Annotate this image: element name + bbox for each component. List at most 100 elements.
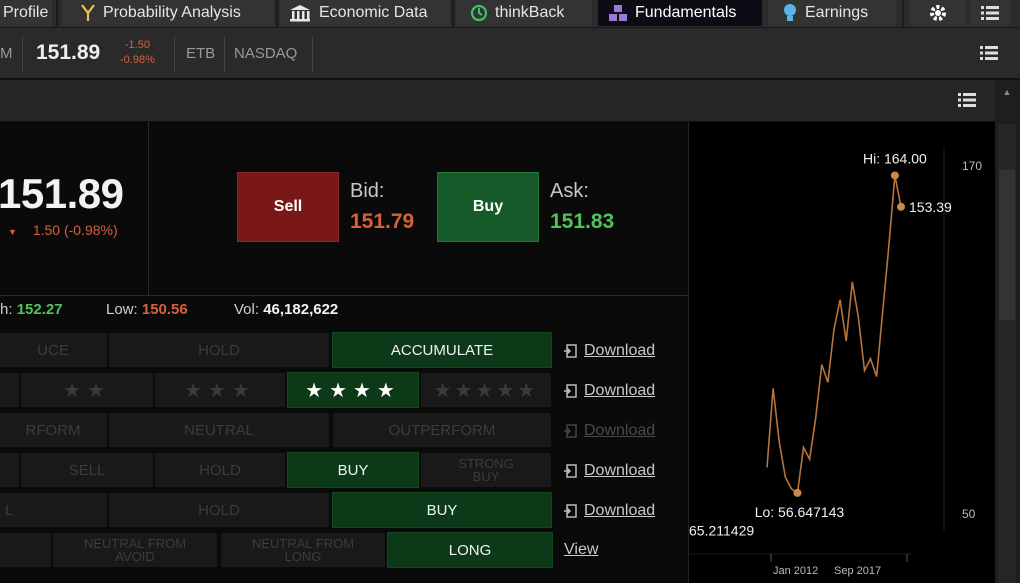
rating-cell: NEUTRAL — [108, 412, 330, 448]
volume-value: 46,182,622 — [263, 301, 339, 318]
star-rating: ★★★ — [184, 379, 256, 402]
rating-cell: HOLD — [108, 332, 330, 368]
last-price-large: 151.89 — [0, 170, 124, 217]
rating-stars-cell: ★★★ — [154, 372, 286, 408]
low-stat: Low: 150.56 — [106, 301, 188, 318]
high-stat: h: 152.27 — [0, 301, 63, 318]
rating-cell-active: ACCUMULATE — [332, 332, 552, 368]
sell-button[interactable]: Sell — [237, 172, 339, 242]
bid-label: Bid: — [350, 180, 385, 202]
view-link[interactable]: View — [564, 541, 598, 559]
tab-probability-analysis-label: Probability Analysis — [103, 4, 241, 21]
scrollbar-thumb[interactable] — [999, 170, 1015, 320]
last-value-label: 153.39 — [909, 199, 952, 215]
tab-bar: Profile Probability Analysis Economic Da… — [0, 0, 1020, 28]
price-history-chart-panel: 170 50 Jan 2012 Sep 2017 Hi: 164.00 153.… — [688, 122, 995, 583]
rating-cell-active: LONG — [387, 532, 553, 568]
tab-earnings-label: Earnings — [805, 4, 869, 21]
download-link[interactable]: Download — [563, 382, 655, 400]
panel-divider — [148, 122, 149, 297]
quote-change-pct: -0.98% — [120, 54, 155, 66]
ask-price: 151.83 — [550, 210, 615, 233]
low-label: Lo: 56.647143 — [755, 504, 845, 520]
probability-icon — [81, 4, 95, 21]
tab-economic-data-label: Economic Data — [319, 4, 428, 21]
y-tick-label: 50 — [962, 507, 976, 521]
quote-menu-button[interactable] — [980, 28, 998, 78]
star-rating: ★★ — [63, 379, 111, 402]
rating-stars-cell-active: ★★★★ — [287, 372, 419, 408]
quote-last-price: 151.89 — [36, 41, 101, 64]
view-label: View — [564, 541, 599, 558]
download-label: Download — [584, 502, 656, 519]
rating-cell: UCE — [0, 332, 108, 368]
gear-icon — [930, 5, 946, 21]
rating-cell — [0, 372, 20, 408]
rating-stars-cell: ★★ — [20, 372, 154, 408]
price-change-text: 1.50 (-0.98%) — [32, 222, 118, 238]
tab-thinkback-label: thinkBack — [495, 4, 565, 21]
quote-change: -1.50 — [124, 39, 150, 51]
quote-divider — [174, 36, 175, 72]
low-label: Low: — [106, 301, 138, 318]
tab-economic-data[interactable]: Economic Data — [280, 0, 450, 26]
panel-divider — [0, 295, 688, 296]
fundamentals-icon — [609, 5, 627, 21]
price-line — [766, 175, 902, 495]
rating-cell: NEUTRAL FROM LONG — [220, 532, 386, 568]
rating-cell — [0, 532, 52, 568]
download-link[interactable]: Download — [563, 342, 655, 360]
tab-fundamentals[interactable]: Fundamentals — [598, 0, 762, 26]
tab-separator — [276, 0, 278, 28]
download-icon — [564, 384, 577, 398]
buy-button[interactable]: Buy — [437, 172, 539, 242]
star-rating: ★★★★ — [305, 379, 401, 402]
high-value: 152.27 — [16, 301, 63, 318]
rating-cell: HOLD — [108, 492, 330, 528]
tab-profile-label: Profile — [3, 4, 49, 21]
tab-profile[interactable]: Profile — [0, 0, 52, 26]
volume-label: Vol: — [234, 301, 260, 318]
scroll-up-arrow-icon[interactable]: ▲ — [999, 84, 1015, 100]
download-icon — [564, 344, 577, 358]
ask-label: Ask: — [550, 180, 589, 202]
tab-earnings[interactable]: Earnings — [768, 0, 896, 26]
high-label: Hi: 164.00 — [863, 150, 927, 166]
download-label: Download — [584, 382, 656, 399]
download-label: Download — [584, 422, 656, 439]
exchange-label: NASDAQ — [234, 44, 298, 62]
tab-separator — [902, 0, 904, 28]
rating-cell: OUTPERFORM — [332, 412, 552, 448]
rating-cell: RFORM — [0, 412, 108, 448]
quote-divider — [312, 36, 313, 72]
refresh-icon — [470, 4, 488, 22]
tab-separator — [56, 0, 58, 28]
panel-menu-button[interactable] — [958, 92, 976, 113]
volume-stat: Vol: 46,182,622 — [234, 301, 338, 318]
tab-separator — [452, 0, 454, 28]
quote-bar: M 151.89 -1.50 -0.98% ETB NASDAQ — [0, 28, 1020, 80]
lightbulb-icon — [784, 4, 796, 21]
settings-button[interactable] — [910, 0, 966, 26]
bid-price: 151.79 — [350, 210, 415, 233]
download-link[interactable]: Download — [563, 502, 655, 520]
x-tick-label: Sep 2017 — [834, 565, 881, 577]
download-label: Download — [584, 462, 656, 479]
last-point-marker — [897, 202, 905, 211]
low-point-marker — [793, 488, 802, 497]
download-link[interactable]: Download — [563, 462, 655, 480]
star-rating: ★★★★★ — [433, 379, 539, 402]
tab-menu-button[interactable] — [970, 0, 1010, 26]
tab-thinkback[interactable]: thinkBack — [456, 0, 592, 26]
price-change-line: ▼ 1.50 (-0.98%) — [8, 222, 118, 238]
tab-probability-analysis[interactable]: Probability Analysis — [62, 0, 274, 26]
symbol-fragment: M — [0, 44, 13, 62]
fundamentals-panel: 151.89 ▼ 1.50 (-0.98%) Sell Bid: 151.79 … — [0, 122, 688, 583]
etb-badge: ETB — [186, 44, 216, 62]
high-label: h: — [0, 301, 13, 318]
menu-list-icon — [981, 6, 999, 20]
download-link-disabled[interactable]: Download — [563, 422, 655, 440]
download-icon — [564, 424, 577, 438]
rating-cell: STRONG BUY — [420, 452, 552, 488]
tab-fundamentals-label: Fundamentals — [635, 4, 737, 21]
